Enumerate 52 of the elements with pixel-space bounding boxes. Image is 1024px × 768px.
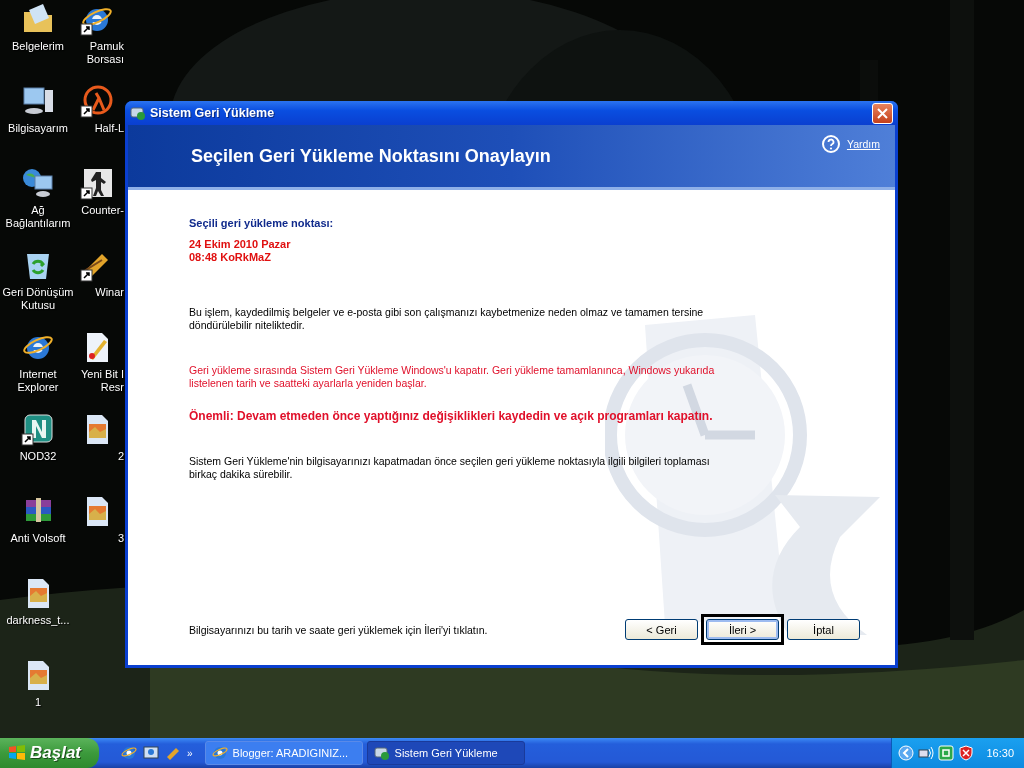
desktop-icon-label[interactable]: 2 xyxy=(117,450,124,463)
square-app-icon[interactable] xyxy=(938,745,955,761)
restore-app-icon xyxy=(130,105,146,121)
desktop-icon-label[interactable]: Counter- xyxy=(81,204,124,217)
paragraph-text: Geri yükleme sırasında Sistem Geri Yükleme Windows'u kapatır. Geri yükleme tamamlanınca, Windows yukarıda listelenen tarih ve saatteki ayarlarla yeniden başlar. xyxy=(189,364,716,390)
desktop-icon-label[interactable]: 1 xyxy=(34,696,42,709)
chevron-left-icon[interactable] xyxy=(898,745,915,761)
browser-e-icon xyxy=(211,745,228,761)
window-title: Sistem Geri Yükleme xyxy=(150,106,276,120)
desktop-icon-label[interactable]: Belgelerim xyxy=(12,40,64,53)
dialog-button[interactable]: İleri > xyxy=(706,619,779,640)
desktop-icon-label[interactable]: 3 xyxy=(117,532,124,545)
close-icon xyxy=(877,107,888,119)
desktop-icon-label[interactable]: Internet Explorer xyxy=(0,368,76,394)
close-button[interactable] xyxy=(872,102,893,124)
help-link[interactable]: Yardım xyxy=(846,138,880,150)
restore-point-text: 24 Ekim 2010 Pazar xyxy=(189,238,292,251)
desktop-icon-label[interactable]: Winar xyxy=(95,286,124,299)
task-button[interactable]: Blogger: ARADIGINIZ... xyxy=(204,741,363,765)
desktop-icon-label[interactable]: Half-L xyxy=(94,122,124,135)
desktop-icon-label[interactable]: Yeni Bit I Resr xyxy=(80,368,124,394)
desktop-icon-label[interactable]: darkness_t... xyxy=(6,614,70,627)
page-heading: Seçilen Geri Yükleme Noktasını Onaylayın xyxy=(191,145,552,167)
important-warning-text: Önemli: Devam etmeden önce yaptığınız değişiklikleri kaydedin ve açık programları kapatın. xyxy=(189,410,714,423)
restore-app-icon xyxy=(373,745,390,761)
paragraph-text: Sistem Geri Yükleme'nin bilgisayarınızı kapatmadan önce seçilen geri yükleme noktasıyla ilgili bilgileri toplaması birkaç dakika sürebilir. xyxy=(189,455,711,481)
n-logo-icon[interactable] xyxy=(21,412,55,446)
desktop-icon-label[interactable]: Pamuk Borsası xyxy=(80,40,124,66)
soldier-icon[interactable] xyxy=(80,166,114,200)
desktop-icon-label[interactable]: Bilgisayarım xyxy=(8,122,68,135)
more-button[interactable]: » xyxy=(187,748,193,759)
desktop-icon-label[interactable]: NOD32 xyxy=(19,450,57,463)
lambda-icon[interactable] xyxy=(80,84,114,118)
globe-monitor-icon[interactable] xyxy=(21,166,55,200)
start-button[interactable]: Başlat xyxy=(0,738,99,768)
instruction-text: Bilgisayarınızı bu tarih ve saate geri yüklemek için İleri'yi tıklatın. xyxy=(189,623,489,636)
paragraph-text: Bu işlem, kaydedilmiş belgeler ve e-posta gibi son çalışmanızı kaybetmenize neden olmaz ve tamamen tersine döndürülebilir niteliktedir. xyxy=(189,306,705,332)
task-button[interactable]: Sistem Geri Yükleme xyxy=(366,741,525,765)
network-icon[interactable] xyxy=(918,745,935,761)
browser-e-icon[interactable] xyxy=(121,745,137,761)
desktop-icon-label[interactable]: Geri Dönüşüm Kutusu xyxy=(0,286,76,312)
shield-icon[interactable] xyxy=(958,745,975,761)
windows-flag-icon xyxy=(8,744,26,762)
help-icon[interactable] xyxy=(821,135,840,153)
desktop-icon[interactable] xyxy=(143,745,159,761)
section-label: Seçili geri yükleme noktası: xyxy=(189,217,335,229)
desktop-icon-label[interactable]: Anti Volsoft xyxy=(10,532,66,545)
clock-text: 16:30 xyxy=(986,747,1014,759)
dialog-button[interactable]: < Geri xyxy=(625,619,698,640)
dialog-button[interactable]: İptal xyxy=(787,619,860,640)
desktop-icon-label[interactable]: Ağ Bağlantılarım xyxy=(0,204,76,230)
restore-point-text: 08:48 KoRkMaZ xyxy=(189,251,272,264)
